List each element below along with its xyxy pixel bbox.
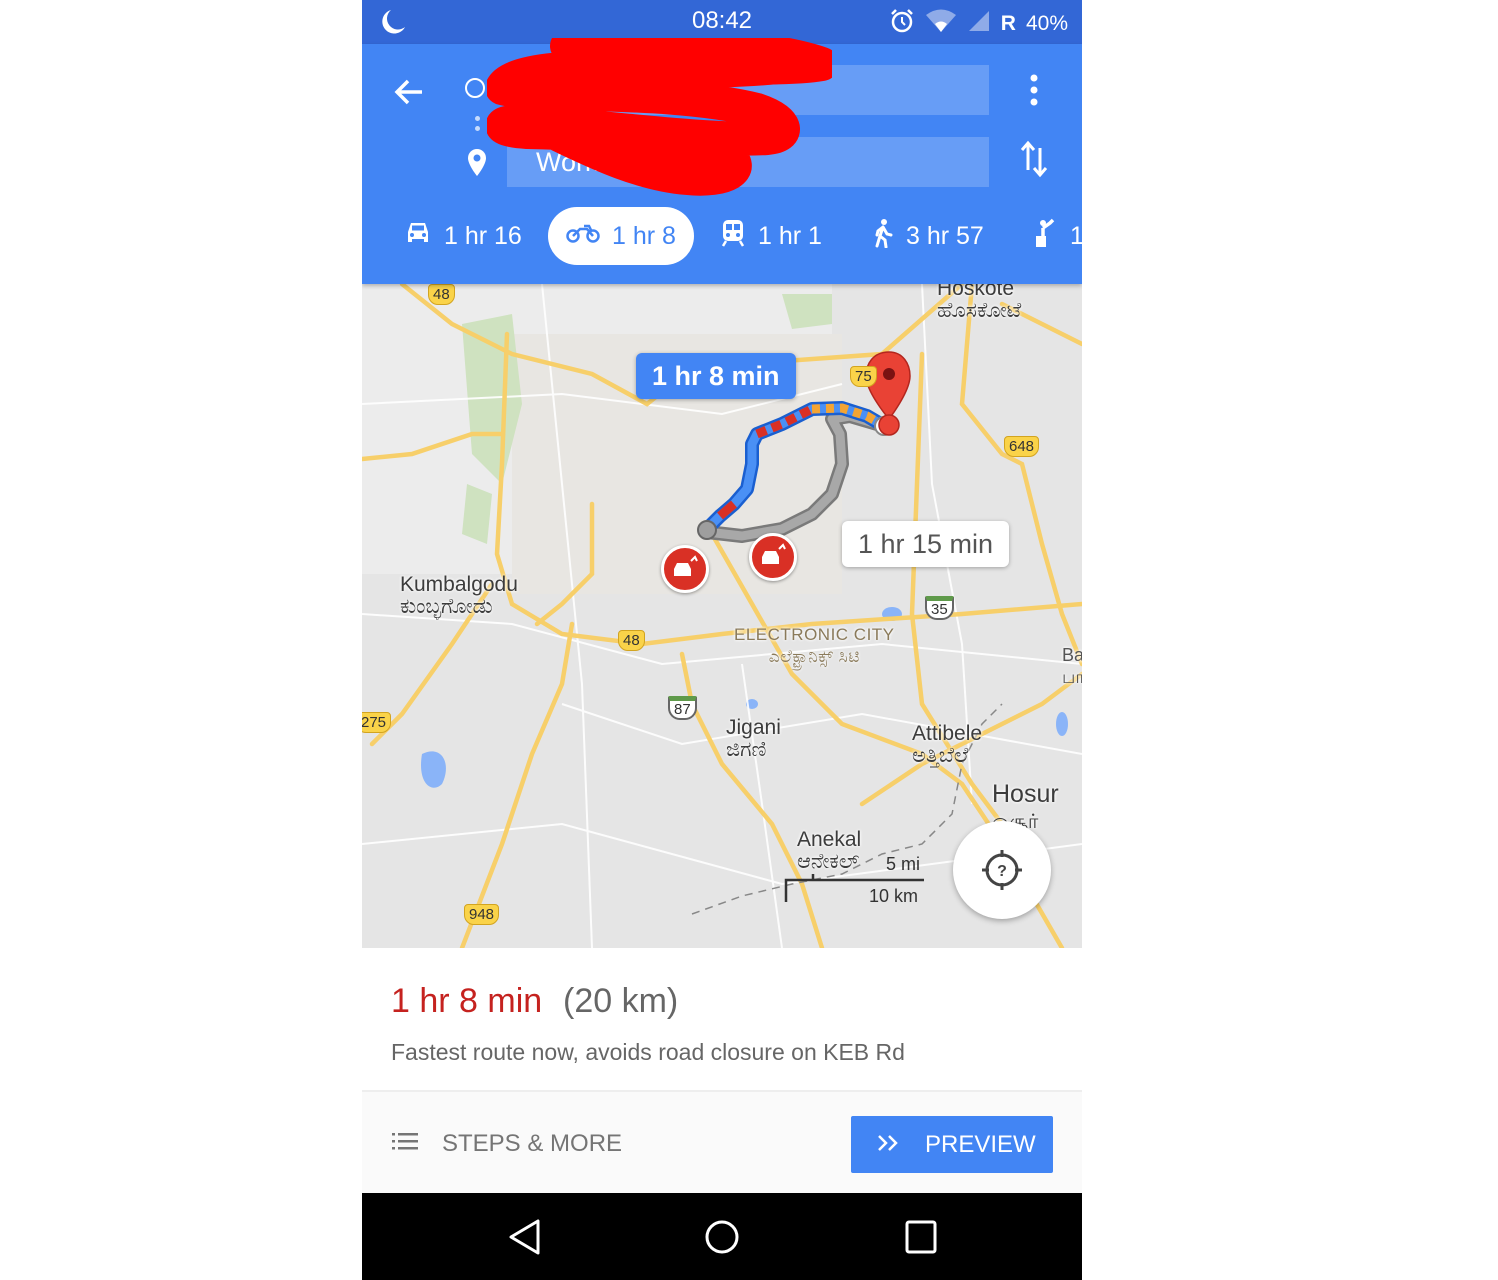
alternate-route-callout[interactable]: 1 hr 15 min — [842, 521, 1010, 567]
tab-transit[interactable]: 1 hr 1 — [720, 207, 822, 265]
route-description: Fastest route now, avoids road closure o… — [391, 1039, 905, 1065]
road-shield: 35 — [925, 596, 954, 620]
tab-two-wheeler[interactable]: 1 hr 8 — [548, 207, 694, 265]
my-location-button[interactable]: ? — [953, 821, 1051, 919]
road-shield: 48 — [618, 630, 645, 651]
directions-header: Work 1 hr 16 1 hr 8 1 hr 1 3 hr 57 1 — [362, 38, 1082, 284]
car-icon — [404, 220, 432, 253]
network-label: R — [1000, 12, 1016, 35]
walk-icon — [872, 218, 894, 255]
scale-imperial: 5 mi — [886, 854, 921, 874]
tab-ride-hailing[interactable]: 1 — [1034, 207, 1082, 265]
route-distance: (20 km) — [563, 982, 679, 1020]
double-chevron-icon — [877, 1131, 899, 1159]
back-arrow-icon[interactable] — [390, 72, 430, 112]
place-label-kumbalgodu: Kumbalgodu ಕುಂಬ್ಳಗೋಡು — [400, 573, 518, 618]
road-shield: 648 — [1004, 436, 1040, 457]
tab-drive[interactable]: 1 hr 16 — [404, 207, 522, 265]
battery-level: 40% — [1025, 12, 1068, 35]
ride-hail-icon — [1034, 218, 1058, 255]
route-duration: 1 hr 8 min — [391, 982, 543, 1020]
origin-circle-icon — [465, 78, 485, 98]
route-connector-dots — [475, 116, 480, 136]
route-summary[interactable]: 1 hr 8 min (20 km) Fastest route now, av… — [362, 948, 1082, 1090]
motorcycle-icon — [566, 222, 600, 251]
travel-mode-tabs: 1 hr 16 1 hr 8 1 hr 1 3 hr 57 1 — [362, 207, 1082, 265]
tab-walk[interactable]: 3 hr 57 — [872, 207, 984, 265]
road-shield: 948 — [464, 904, 500, 925]
place-label-ba: Ba பா — [1062, 645, 1082, 687]
alarm-icon — [889, 8, 915, 40]
scale-metric: 10 km — [869, 886, 919, 906]
train-icon — [720, 219, 746, 254]
destination-pin-icon — [466, 148, 488, 183]
preview-button[interactable]: PREVIEW — [851, 1116, 1053, 1173]
traffic-incident-icon[interactable] — [749, 533, 797, 581]
nav-back-icon[interactable] — [508, 1219, 542, 1260]
nav-recents-icon[interactable] — [904, 1219, 938, 1260]
traffic-incident-icon[interactable] — [661, 545, 709, 593]
wifi-icon — [925, 8, 957, 40]
cell-signal-icon — [967, 9, 991, 39]
more-vert-icon[interactable] — [1024, 72, 1044, 113]
location-unknown-icon: ? — [982, 850, 1022, 890]
swap-icon[interactable] — [1019, 140, 1049, 183]
svg-text:?: ? — [997, 863, 1007, 880]
road-shield: 75 — [850, 366, 877, 387]
system-nav-bar — [362, 1193, 1082, 1280]
road-shield: 87 — [668, 696, 697, 720]
place-label-anekal: Anekal ಆನೇಕಲ್ — [797, 828, 862, 873]
list-icon — [392, 1130, 418, 1158]
nav-home-icon[interactable] — [704, 1219, 740, 1260]
route-actions: STEPS & MORE PREVIEW — [362, 1090, 1082, 1195]
place-label-hoskote: Hoskote ಹೊಸಕೋಟೆ — [937, 284, 1022, 322]
redaction-scribble — [487, 38, 832, 196]
road-shield: 275 — [362, 712, 392, 733]
primary-route-callout[interactable]: 1 hr 8 min — [636, 353, 796, 399]
place-label-attibele: Attibele ಅತ್ತಿಬೆಲೆ — [912, 722, 983, 767]
road-shield: 48 — [428, 284, 455, 305]
map-view[interactable]: 1 hr 8 min 1 hr 15 min Hoskote ಹೊಸಕೋಟೆ Ku… — [362, 284, 1082, 948]
place-label-jigani: Jigani ಜಿಗಣಿ — [726, 716, 781, 761]
phone-screen: 08:42 R 40% Work 1 hr 16 1 hr 8 1 hr 1 3… — [362, 0, 1082, 1280]
steps-and-more-button[interactable]: STEPS & MORE — [392, 1130, 622, 1158]
place-label-electronic-city: ELECTRONIC CITY ಎಲೆಕ್ಟ್ರಾನಿಕ್ಸ್ ಸಿಟಿ — [734, 625, 895, 666]
